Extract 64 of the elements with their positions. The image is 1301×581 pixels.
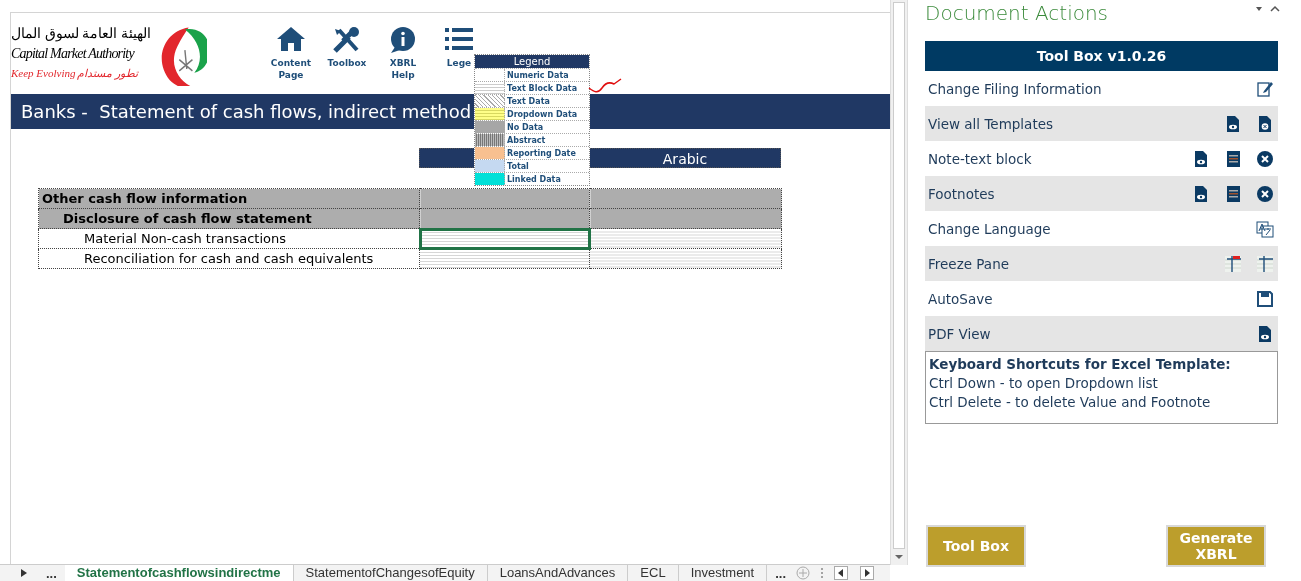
legend-label: Dropdown Data [506, 109, 578, 119]
shortcut-text: Ctrl Down - to open Dropdown list [929, 374, 1159, 393]
document-eye-icon [1192, 184, 1210, 203]
save-icon [1256, 289, 1274, 308]
arabic-tagline: تطور مستدام [77, 66, 139, 82]
close-icon [1256, 149, 1274, 168]
toolbox-item[interactable]: Change Filing Information [925, 71, 1278, 106]
toolbox-item[interactable]: View all Templates [925, 106, 1278, 141]
toolbox-item[interactable]: Freeze Pane [925, 246, 1278, 281]
close-icon [1256, 184, 1274, 203]
shortcut-text: Ctrl Delete - to delete Value and Footnote [929, 393, 1212, 412]
arabic-name: الهيئة العامة لسوق المال [11, 25, 151, 44]
document-eye-icon [1192, 149, 1210, 168]
more-tabs[interactable]: ... [767, 565, 795, 581]
column-header: Arabic [589, 148, 781, 168]
notepad-icon [1224, 149, 1242, 168]
edit-icon [1256, 79, 1274, 98]
row-label: Other cash flow information [38, 188, 420, 209]
toolbox-item[interactable]: Note-text block [925, 141, 1278, 176]
scroll-right-icon [20, 568, 28, 578]
dropdown-icon [1256, 6, 1262, 11]
input-cell[interactable] [419, 228, 590, 249]
more-tabs[interactable]: ... [38, 565, 65, 581]
row-label: Disclosure of cash flow statement [38, 208, 420, 229]
toolbox-header: Tool Box v1.0.26 [925, 41, 1278, 71]
toolbox-item[interactable]: Footnotes [925, 176, 1278, 211]
shortcuts-title: Keyboard Shortcuts for Excel Template: [929, 355, 1232, 374]
legend-label: No Data [506, 122, 544, 132]
document-eye-icon [1256, 324, 1274, 343]
sheet-tab[interactable]: LoansAndAdvances [487, 565, 629, 581]
legend-label: Text Data [506, 96, 550, 106]
nav-button[interactable]: XBRL Help [375, 25, 431, 81]
freeze-pane-icon [1224, 254, 1242, 273]
notepad-icon [1224, 184, 1242, 203]
legend-label: Reporting Date [506, 148, 576, 158]
more-options-icon [820, 567, 825, 579]
row-label: Material Non-cash transactions [38, 228, 420, 249]
logo-tagline: Keep Evolving [11, 66, 76, 81]
sheet-tab[interactable]: ECL [628, 565, 679, 581]
add-sheet-icon [796, 566, 811, 580]
toolbox-item[interactable]: Change Language [925, 211, 1278, 246]
legend-label: Abstract [506, 135, 546, 145]
sheet-tab[interactable]: Investment [678, 565, 768, 581]
legend-label: Text Block Data [506, 83, 578, 93]
sheet-tab[interactable]: StatementofChangesofEquity [293, 565, 488, 581]
row-label: Reconciliation for cash and cash equivalents [38, 248, 420, 269]
translate-icon [1256, 219, 1274, 238]
document-eye-icon [1224, 114, 1242, 133]
toolbox-item[interactable]: PDF View [925, 316, 1278, 351]
nav-button[interactable]: Content Page [263, 25, 319, 81]
legend-title: Legend [475, 55, 589, 68]
legend-label: Total [506, 161, 529, 171]
legend-label: Linked Data [506, 174, 561, 184]
document-x-icon [1256, 114, 1274, 133]
freeze-column-icon [1256, 254, 1274, 273]
pane-title: Document Actions [925, 0, 1109, 25]
legend-label: Numeric Data [506, 70, 569, 80]
logo-name: Capital Market Authority [11, 45, 136, 63]
sheet-tab[interactable]: Statementofcashflowsindirectme [64, 565, 294, 581]
toolbox-item[interactable]: AutoSave [925, 281, 1278, 316]
nav-button[interactable]: Toolbox [319, 25, 375, 81]
pen-scribble [588, 76, 622, 96]
scrollbar-thumb[interactable] [893, 2, 905, 549]
collapse-icon [1270, 5, 1280, 12]
